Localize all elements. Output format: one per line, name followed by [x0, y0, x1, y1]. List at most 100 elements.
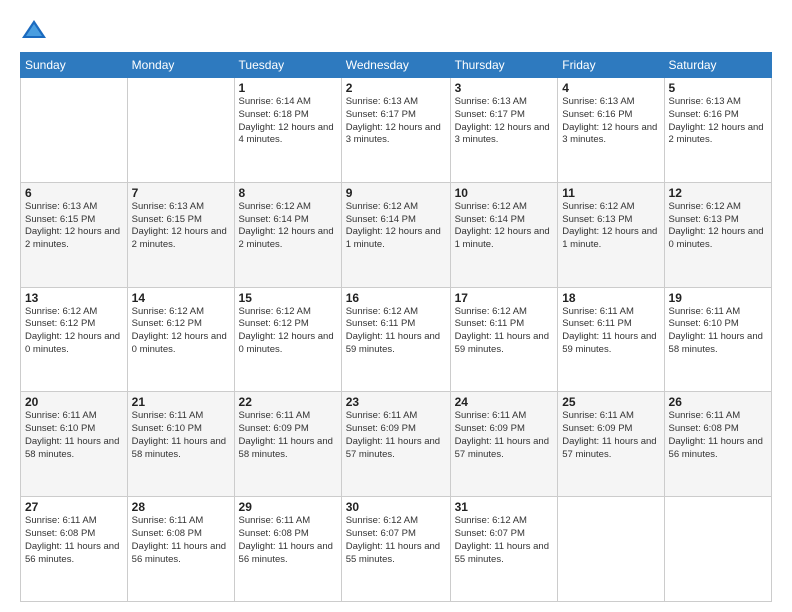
calendar-cell: 16Sunrise: 6:12 AM Sunset: 6:11 PM Dayli…	[341, 287, 450, 392]
weekday-header-tuesday: Tuesday	[234, 53, 341, 78]
day-number: 24	[455, 395, 554, 409]
day-info: Sunrise: 6:14 AM Sunset: 6:18 PM Dayligh…	[239, 96, 337, 147]
calendar-week-3: 13Sunrise: 6:12 AM Sunset: 6:12 PM Dayli…	[21, 287, 772, 392]
calendar-cell: 2Sunrise: 6:13 AM Sunset: 6:17 PM Daylig…	[341, 78, 450, 183]
day-number: 21	[132, 395, 230, 409]
day-info: Sunrise: 6:12 AM Sunset: 6:11 PM Dayligh…	[346, 306, 446, 357]
day-number: 7	[132, 186, 230, 200]
calendar-cell: 15Sunrise: 6:12 AM Sunset: 6:12 PM Dayli…	[234, 287, 341, 392]
page: SundayMondayTuesdayWednesdayThursdayFrid…	[0, 0, 792, 612]
day-number: 9	[346, 186, 446, 200]
calendar-cell: 6Sunrise: 6:13 AM Sunset: 6:15 PM Daylig…	[21, 182, 128, 287]
day-number: 1	[239, 81, 337, 95]
day-number: 26	[669, 395, 767, 409]
day-info: Sunrise: 6:11 AM Sunset: 6:09 PM Dayligh…	[239, 410, 337, 461]
calendar-cell: 3Sunrise: 6:13 AM Sunset: 6:17 PM Daylig…	[450, 78, 558, 183]
day-number: 28	[132, 500, 230, 514]
calendar-cell: 1Sunrise: 6:14 AM Sunset: 6:18 PM Daylig…	[234, 78, 341, 183]
day-number: 3	[455, 81, 554, 95]
day-number: 20	[25, 395, 123, 409]
calendar-cell	[127, 78, 234, 183]
calendar-cell: 20Sunrise: 6:11 AM Sunset: 6:10 PM Dayli…	[21, 392, 128, 497]
day-info: Sunrise: 6:11 AM Sunset: 6:09 PM Dayligh…	[346, 410, 446, 461]
day-info: Sunrise: 6:11 AM Sunset: 6:08 PM Dayligh…	[669, 410, 767, 461]
day-number: 12	[669, 186, 767, 200]
day-number: 22	[239, 395, 337, 409]
calendar-cell: 12Sunrise: 6:12 AM Sunset: 6:13 PM Dayli…	[664, 182, 771, 287]
calendar-week-2: 6Sunrise: 6:13 AM Sunset: 6:15 PM Daylig…	[21, 182, 772, 287]
weekday-header-thursday: Thursday	[450, 53, 558, 78]
day-info: Sunrise: 6:12 AM Sunset: 6:07 PM Dayligh…	[346, 515, 446, 566]
day-number: 11	[562, 186, 659, 200]
calendar-cell: 24Sunrise: 6:11 AM Sunset: 6:09 PM Dayli…	[450, 392, 558, 497]
calendar-cell: 18Sunrise: 6:11 AM Sunset: 6:11 PM Dayli…	[558, 287, 664, 392]
day-info: Sunrise: 6:12 AM Sunset: 6:12 PM Dayligh…	[239, 306, 337, 357]
calendar-cell: 17Sunrise: 6:12 AM Sunset: 6:11 PM Dayli…	[450, 287, 558, 392]
day-number: 4	[562, 81, 659, 95]
calendar-cell: 23Sunrise: 6:11 AM Sunset: 6:09 PM Dayli…	[341, 392, 450, 497]
day-info: Sunrise: 6:13 AM Sunset: 6:15 PM Dayligh…	[25, 201, 123, 252]
calendar-cell: 13Sunrise: 6:12 AM Sunset: 6:12 PM Dayli…	[21, 287, 128, 392]
day-number: 16	[346, 291, 446, 305]
weekday-header-sunday: Sunday	[21, 53, 128, 78]
day-number: 17	[455, 291, 554, 305]
day-info: Sunrise: 6:11 AM Sunset: 6:09 PM Dayligh…	[455, 410, 554, 461]
weekday-header-friday: Friday	[558, 53, 664, 78]
day-info: Sunrise: 6:13 AM Sunset: 6:16 PM Dayligh…	[562, 96, 659, 147]
calendar-table: SundayMondayTuesdayWednesdayThursdayFrid…	[20, 52, 772, 602]
calendar-cell: 31Sunrise: 6:12 AM Sunset: 6:07 PM Dayli…	[450, 497, 558, 602]
day-number: 14	[132, 291, 230, 305]
calendar-cell	[21, 78, 128, 183]
day-info: Sunrise: 6:12 AM Sunset: 6:14 PM Dayligh…	[455, 201, 554, 252]
day-info: Sunrise: 6:12 AM Sunset: 6:14 PM Dayligh…	[346, 201, 446, 252]
day-info: Sunrise: 6:13 AM Sunset: 6:16 PM Dayligh…	[669, 96, 767, 147]
day-info: Sunrise: 6:12 AM Sunset: 6:12 PM Dayligh…	[25, 306, 123, 357]
day-number: 2	[346, 81, 446, 95]
day-number: 18	[562, 291, 659, 305]
calendar-cell	[664, 497, 771, 602]
calendar-cell: 10Sunrise: 6:12 AM Sunset: 6:14 PM Dayli…	[450, 182, 558, 287]
day-number: 25	[562, 395, 659, 409]
calendar-cell: 5Sunrise: 6:13 AM Sunset: 6:16 PM Daylig…	[664, 78, 771, 183]
calendar-cell: 9Sunrise: 6:12 AM Sunset: 6:14 PM Daylig…	[341, 182, 450, 287]
day-number: 15	[239, 291, 337, 305]
day-info: Sunrise: 6:12 AM Sunset: 6:13 PM Dayligh…	[669, 201, 767, 252]
day-number: 8	[239, 186, 337, 200]
calendar-week-4: 20 Sunrise: 6:11 AM Sunset: 6:10 PM Dayli…	[21, 392, 772, 497]
logo-icon	[20, 16, 48, 44]
calendar-cell: 7Sunrise: 6:13 AM Sunset: 6:15 PM Daylig…	[127, 182, 234, 287]
day-info: Sunrise: 6:11 AM Sunset: 6:08 PM Dayligh…	[239, 515, 337, 566]
day-info: Sunrise: 6:11 AM Sunset: 6:11 PM Dayligh…	[562, 306, 659, 357]
day-info: Sunrise: 6:11 AM Sunset: 6:08 PM Dayligh…	[25, 515, 123, 566]
calendar-cell: 22Sunrise: 6:11 AM Sunset: 6:09 PM Dayli…	[234, 392, 341, 497]
day-info: Sunrise: 6:13 AM Sunset: 6:17 PM Dayligh…	[455, 96, 554, 147]
calendar-cell: 28Sunrise: 6:11 AM Sunset: 6:08 PM Dayli…	[127, 497, 234, 602]
logo	[20, 16, 52, 44]
calendar-cell: 27Sunrise: 6:11 AM Sunset: 6:08 PM Dayli…	[21, 497, 128, 602]
header	[20, 16, 772, 44]
day-info: Sunrise: 6:12 AM Sunset: 6:12 PM Dayligh…	[132, 306, 230, 357]
calendar-cell: 19Sunrise: 6:11 AM Sunset: 6:10 PM Dayli…	[664, 287, 771, 392]
day-info: Sunrise: 6:13 AM Sunset: 6:15 PM Dayligh…	[132, 201, 230, 252]
day-info: Sunrise: 6:12 AM Sunset: 6:07 PM Dayligh…	[455, 515, 554, 566]
calendar-cell: 14Sunrise: 6:12 AM Sunset: 6:12 PM Dayli…	[127, 287, 234, 392]
calendar-cell: 30Sunrise: 6:12 AM Sunset: 6:07 PM Dayli…	[341, 497, 450, 602]
calendar-cell: 29Sunrise: 6:11 AM Sunset: 6:08 PM Dayli…	[234, 497, 341, 602]
calendar-cell: 21Sunrise: 6:11 AM Sunset: 6:10 PM Dayli…	[127, 392, 234, 497]
day-info: Sunrise: 6:11 AM Sunset: 6:10 PM Dayligh…	[669, 306, 767, 357]
calendar-cell: 26Sunrise: 6:11 AM Sunset: 6:08 PM Dayli…	[664, 392, 771, 497]
day-number: 27	[25, 500, 123, 514]
calendar-cell: 4Sunrise: 6:13 AM Sunset: 6:16 PM Daylig…	[558, 78, 664, 183]
day-number: 13	[25, 291, 123, 305]
day-number: 10	[455, 186, 554, 200]
calendar-cell: 25Sunrise: 6:11 AM Sunset: 6:09 PM Dayli…	[558, 392, 664, 497]
weekday-header-monday: Monday	[127, 53, 234, 78]
day-number: 19	[669, 291, 767, 305]
calendar-header-row: SundayMondayTuesdayWednesdayThursdayFrid…	[21, 53, 772, 78]
calendar-week-5: 27Sunrise: 6:11 AM Sunset: 6:08 PM Dayli…	[21, 497, 772, 602]
day-number: 23	[346, 395, 446, 409]
calendar-cell: 11Sunrise: 6:12 AM Sunset: 6:13 PM Dayli…	[558, 182, 664, 287]
day-number: 30	[346, 500, 446, 514]
calendar-week-1: 1Sunrise: 6:14 AM Sunset: 6:18 PM Daylig…	[21, 78, 772, 183]
day-info: Sunrise: 6:11 AM Sunset: 6:10 PM Dayligh…	[132, 410, 230, 461]
